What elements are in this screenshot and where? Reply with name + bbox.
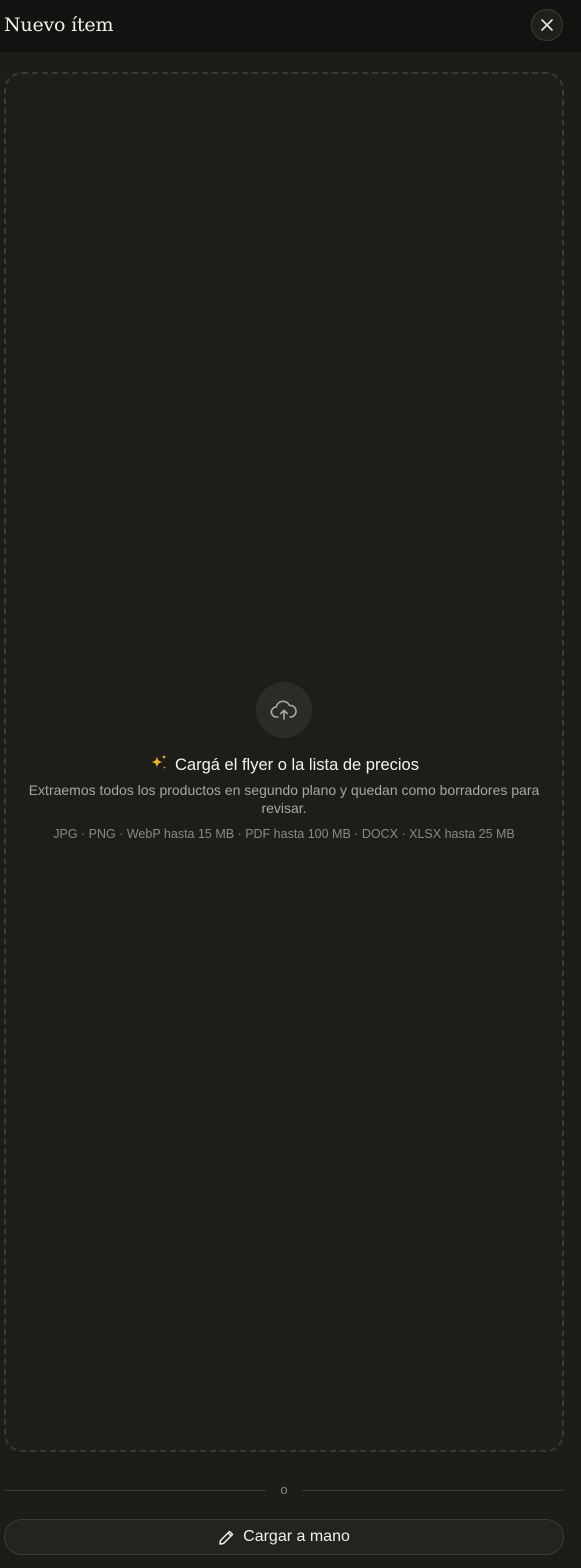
close-button[interactable] (531, 9, 563, 41)
manual-entry-label: Cargar a mano (243, 1528, 350, 1545)
manual-entry-button[interactable]: Cargar a mano (4, 1519, 564, 1555)
dropzone-heading-text: Cargá el flyer o la lista de precios (175, 756, 419, 774)
pencil-icon (219, 1530, 234, 1545)
divider-text: o (280, 1482, 288, 1497)
cloud-upload-icon (270, 700, 297, 720)
modal-header: Nuevo ítem (0, 0, 581, 52)
divider-line-left (4, 1490, 266, 1491)
modal-title: Nuevo ítem (4, 14, 114, 36)
sparkle-icon (151, 754, 167, 769)
dropzone-heading: Cargá el flyer o la lista de precios (0, 753, 568, 776)
upload-icon-container (256, 682, 312, 738)
accepted-formats: JPG · PNG · WebP hasta 15 MB · PDF hasta… (53, 827, 515, 841)
dropzone-subtitle: Extraemos todos los productos en segundo… (28, 782, 540, 816)
divider-line-right (302, 1490, 564, 1491)
close-icon (541, 19, 553, 31)
